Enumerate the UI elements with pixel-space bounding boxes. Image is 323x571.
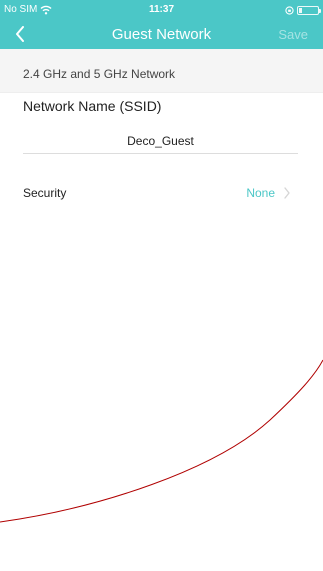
- status-bar: No SIM 11:37: [0, 0, 323, 20]
- back-button[interactable]: [10, 24, 30, 44]
- battery-icon: [297, 5, 321, 15]
- save-button[interactable]: Save: [278, 20, 308, 49]
- navigation-bar: Guest Network Save: [0, 20, 323, 49]
- security-value: None: [246, 186, 275, 200]
- chevron-left-icon: [16, 26, 24, 42]
- status-time: 11:37: [148, 4, 175, 15]
- status-right: [285, 0, 321, 20]
- ssid-input[interactable]: [23, 129, 298, 154]
- security-label: Security: [23, 186, 67, 200]
- page-title: Guest Network: [111, 26, 212, 43]
- ssid-label: Network Name (SSID): [23, 98, 162, 114]
- band-section-label: 2.4 GHz and 5 GHz Network: [23, 67, 176, 81]
- chevron-right-icon: [284, 187, 290, 199]
- guest-network-screen: No SIM 11:37 Guest Network Save 2.4 GHz …: [0, 0, 323, 571]
- band-section-header: 2.4 GHz and 5 GHz Network: [0, 49, 323, 93]
- battery-level: [299, 7, 302, 13]
- security-row[interactable]: Security None: [0, 176, 323, 210]
- orientation-lock-icon: [285, 5, 294, 15]
